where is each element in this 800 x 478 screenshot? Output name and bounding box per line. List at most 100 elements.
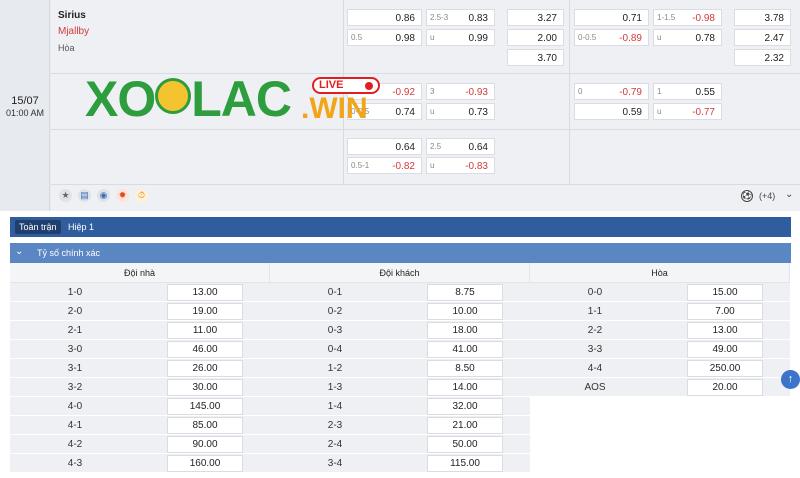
star-icon[interactable]: ★ — [59, 189, 72, 202]
score-odds-button[interactable]: 160.00 — [167, 455, 243, 472]
odds-cell[interactable]: u -0.77 — [653, 103, 722, 120]
odds-cell[interactable]: 0.5-1 -0.82 — [347, 157, 422, 174]
score-odds-button[interactable]: 8.50 — [427, 360, 503, 377]
score-odds-button[interactable]: 250.00 — [687, 360, 763, 377]
odds-cell[interactable]: 2.5 0.64 — [426, 138, 495, 155]
odds-cell[interactable]: 0-0.5 -0.89 — [574, 29, 649, 46]
draw-label: Hòa — [58, 43, 75, 53]
odds-cell[interactable]: u 0.78 — [653, 29, 722, 46]
score-label: 3-3 — [587, 344, 603, 355]
eye-icon[interactable]: ◉ — [97, 189, 110, 202]
odds-cell[interactable]: 0.5 0.98 — [347, 29, 422, 46]
score-label: 0-2 — [327, 306, 343, 317]
match-time: 01:00 AM — [5, 108, 45, 118]
score-label: 2-2 — [587, 325, 603, 336]
score-odds-button[interactable]: 41.00 — [427, 341, 503, 358]
logo-text: XO LAC — [85, 71, 292, 127]
odds-cell[interactable]: 2.00 — [507, 29, 564, 46]
match-panel: 15/07 01:00 AM Sirius Mjallby Hòa 0.86 0… — [0, 0, 800, 211]
score-label: 3-1 — [67, 363, 83, 374]
score-row: 2-4 50.00 — [270, 435, 530, 454]
odds-cell[interactable]: u 0.99 — [426, 29, 495, 46]
home-team-name[interactable]: Sirius — [58, 10, 86, 21]
score-row: 4-1 85.00 — [10, 416, 270, 435]
timer-icon[interactable]: ⏱ — [135, 189, 148, 202]
soccer-ball-icon: ⚽ — [741, 190, 753, 202]
away-team-name[interactable]: Mjallby — [58, 26, 89, 37]
score-row: 2-0 19.00 — [10, 302, 270, 321]
score-label: 3-0 — [67, 344, 83, 355]
score-odds-button[interactable]: 18.00 — [427, 322, 503, 339]
odds-cell[interactable]: 3.70 — [507, 49, 564, 66]
home-column: Đội nhà 1-0 13.00 2-0 19.00 2-1 11.00 3-0 46.00… — [10, 263, 270, 478]
odds-cell[interactable]: 2.47 — [734, 29, 791, 46]
score-odds-button[interactable]: 49.00 — [687, 341, 763, 358]
odds-cell[interactable]: 0.64 — [347, 138, 422, 155]
draw-column: Hòa 0-0 15.00 1-1 7.00 2-2 13.00 3-3 49.00 4-4 25… — [530, 263, 790, 478]
score-row: 1-4 32.00 — [270, 397, 530, 416]
score-label: 3-2 — [67, 382, 83, 393]
score-odds-button[interactable]: 13.00 — [167, 284, 243, 301]
odds-cell[interactable]: 0.86 — [347, 9, 422, 26]
odds-cell[interactable]: 3.27 — [507, 9, 564, 26]
page: 15/07 01:00 AM Sirius Mjallby Hòa 0.86 0… — [0, 0, 800, 478]
odds-cell[interactable]: 1-1.5 -0.98 — [653, 9, 722, 26]
section-header[interactable]: ⌄ Tỷ số chính xác — [10, 243, 791, 263]
score-odds-button[interactable]: 14.00 — [427, 379, 503, 396]
odds-cell[interactable]: 2.32 — [734, 49, 791, 66]
odds-cell[interactable]: 3 -0.93 — [426, 83, 495, 100]
stats-icon[interactable]: ▤ — [78, 189, 91, 202]
score-row: 3-0 46.00 — [10, 340, 270, 359]
odds-cell[interactable]: 3.78 — [734, 9, 791, 26]
score-label: 0-1 — [327, 287, 343, 298]
score-odds-button[interactable]: 50.00 — [427, 436, 503, 453]
score-odds-button[interactable]: 13.00 — [687, 322, 763, 339]
score-label: 1-2 — [327, 363, 343, 374]
odds-cell[interactable]: u -0.83 — [426, 157, 495, 174]
fire-icon[interactable]: ✹ — [116, 189, 129, 202]
score-odds-button[interactable]: 8.75 — [427, 284, 503, 301]
score-row: 3-3 49.00 — [530, 340, 790, 359]
score-row: 3-2 30.00 — [10, 378, 270, 397]
tab-full-time[interactable]: Toàn trận — [15, 220, 61, 234]
score-odds-button[interactable]: 30.00 — [167, 379, 243, 396]
score-row: 1-0 13.00 — [10, 283, 270, 302]
score-odds-button[interactable]: 115.00 — [427, 455, 503, 472]
score-label: 4-3 — [67, 458, 83, 469]
score-odds-button[interactable]: 32.00 — [427, 398, 503, 415]
score-label: 0-3 — [327, 325, 343, 336]
score-odds-button[interactable]: 90.00 — [167, 436, 243, 453]
odds-cell[interactable]: 0 -0.79 — [574, 83, 649, 100]
score-odds-button[interactable]: 21.00 — [427, 417, 503, 434]
score-label: 2-1 — [67, 325, 83, 336]
score-label: 2-0 — [67, 306, 83, 317]
score-row: 1-3 14.00 — [270, 378, 530, 397]
score-row: 2-1 11.00 — [10, 321, 270, 340]
score-odds-button[interactable]: 7.00 — [687, 303, 763, 320]
score-row: 1-1 7.00 — [530, 302, 790, 321]
score-odds-button[interactable]: 85.00 — [167, 417, 243, 434]
score-row: AOS 20.00 — [530, 378, 790, 397]
more-markets[interactable]: ⚽ (+4) ⌄ — [741, 189, 797, 204]
score-label: 4-0 — [67, 401, 83, 412]
score-odds-button[interactable]: 145.00 — [167, 398, 243, 415]
odds-cell[interactable]: 2.5-3 0.83 — [426, 9, 495, 26]
score-label: 1-1 — [587, 306, 603, 317]
match-time-column: 15/07 01:00 AM — [0, 0, 50, 211]
score-odds-button[interactable]: 20.00 — [687, 379, 763, 396]
score-label: 4-1 — [67, 420, 83, 431]
score-odds-button[interactable]: 26.00 — [167, 360, 243, 377]
odds-cell[interactable]: u 0.73 — [426, 103, 495, 120]
score-odds-button[interactable]: 19.00 — [167, 303, 243, 320]
odds-cell[interactable]: 0.59 — [574, 103, 649, 120]
odds-cell[interactable]: 0.71 — [574, 9, 649, 26]
tab-first-half[interactable]: Hiệp 1 — [64, 220, 98, 234]
scroll-top-button[interactable]: ↑ — [781, 370, 800, 389]
score-row: 4-3 160.00 — [10, 454, 270, 473]
more-count: (+4) — [759, 191, 776, 201]
score-odds-button[interactable]: 11.00 — [167, 322, 243, 339]
odds-cell[interactable]: 1 0.55 — [653, 83, 722, 100]
score-odds-button[interactable]: 10.00 — [427, 303, 503, 320]
score-odds-button[interactable]: 15.00 — [687, 284, 763, 301]
score-odds-button[interactable]: 46.00 — [167, 341, 243, 358]
